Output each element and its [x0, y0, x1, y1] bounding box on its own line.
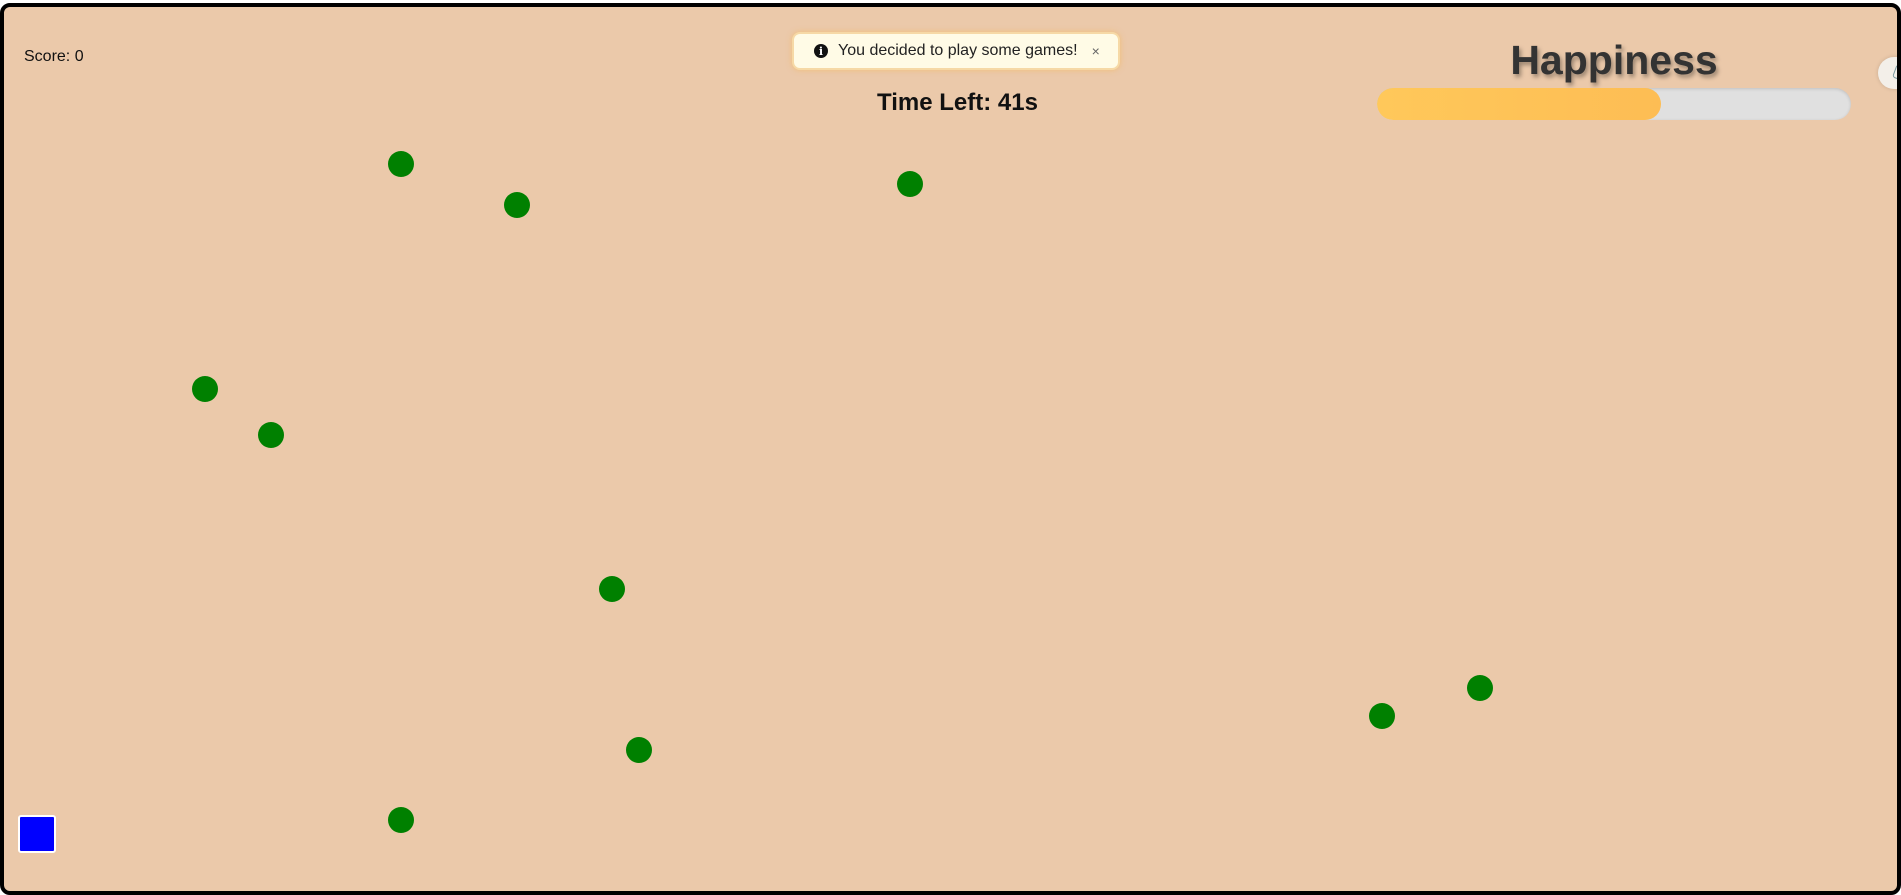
green-target[interactable]: [192, 376, 218, 402]
close-icon[interactable]: ×: [1092, 43, 1100, 59]
player-square[interactable]: [18, 815, 56, 853]
green-target[interactable]: [388, 151, 414, 177]
side-tab-button[interactable]: [1878, 57, 1897, 89]
info-icon: i: [814, 44, 828, 58]
green-target[interactable]: [1369, 703, 1395, 729]
happiness-bar-fill: [1377, 88, 1662, 120]
green-target[interactable]: [504, 192, 530, 218]
green-target[interactable]: [626, 737, 652, 763]
happiness-title: Happiness: [1510, 37, 1718, 83]
layers-icon: [1892, 64, 1897, 82]
green-target[interactable]: [897, 171, 923, 197]
score-display: Score: 0: [24, 48, 84, 65]
green-target[interactable]: [388, 807, 414, 833]
toast-message: You decided to play some games!: [838, 42, 1078, 59]
happiness-bar: [1377, 88, 1851, 120]
green-target[interactable]: [1467, 675, 1493, 701]
notification-toast: i You decided to play some games! ×: [792, 32, 1120, 70]
green-target[interactable]: [599, 576, 625, 602]
green-target[interactable]: [258, 422, 284, 448]
game-area[interactable]: Score: 0 i You decided to play some game…: [0, 3, 1901, 895]
